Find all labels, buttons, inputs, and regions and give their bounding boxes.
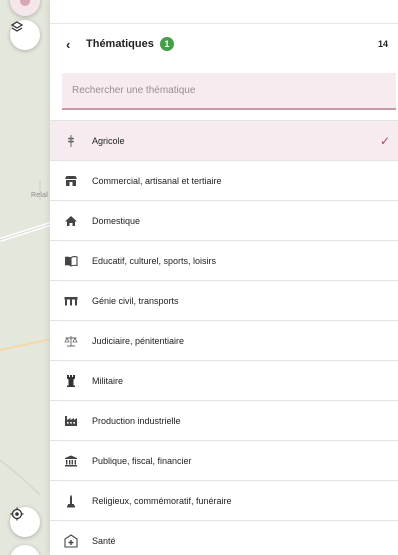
selected-count-badge: 1 <box>159 37 174 51</box>
bridge-icon <box>64 294 78 308</box>
layers-button[interactable] <box>10 20 40 50</box>
list-item-domestique[interactable]: Domestique <box>50 201 398 241</box>
list-item-militaire[interactable]: Militaire <box>50 361 398 401</box>
list-item-publique[interactable]: Publique, fiscal, financier <box>50 441 398 481</box>
list-item-label: Militaire <box>92 375 124 386</box>
shop-icon <box>64 174 78 188</box>
list-item-label: Educatif, culturel, sports, loisirs <box>92 255 217 266</box>
list-item-production[interactable]: Production industrielle <box>50 401 398 441</box>
book-icon <box>64 254 78 268</box>
thematics-list: Agricole ✓ Commercial, artisanal et tert… <box>50 120 398 555</box>
monument-icon <box>64 494 78 508</box>
search-wrapper <box>50 64 398 120</box>
thematics-panel: ‹ Thématiques 1 14 Agricole ✓ <box>50 0 398 555</box>
list-item-educatif[interactable]: Educatif, culturel, sports, loisirs <box>50 241 398 281</box>
scales-icon <box>64 334 78 348</box>
map-roads <box>0 180 56 496</box>
list-item-judiciaire[interactable]: Judiciaire, pénitentiaire <box>50 321 398 361</box>
total-count: 14 <box>377 39 388 49</box>
panel-header: ‹ Thématiques 1 14 <box>50 24 398 64</box>
target-icon <box>10 507 24 521</box>
hospital-icon <box>64 533 78 548</box>
list-item-label: Judiciaire, pénitentiaire <box>92 335 185 346</box>
bank-icon <box>64 454 78 468</box>
check-icon: ✓ <box>379 133 390 148</box>
list-item-label: Agricole <box>92 135 125 146</box>
panel-top-strip <box>50 0 398 24</box>
factory-icon <box>64 414 78 428</box>
locate-button[interactable] <box>10 507 40 537</box>
list-item-label: Religieux, commémoratif, funéraire <box>92 495 232 506</box>
list-item-label: Production industrielle <box>92 415 181 426</box>
list-item-label: Commercial, artisanal et tertiaire <box>92 175 222 186</box>
list-item-label: Santé <box>92 535 116 546</box>
list-item-agricole[interactable]: Agricole ✓ <box>50 121 398 161</box>
house-icon <box>64 214 78 228</box>
list-item-religieux[interactable]: Religieux, commémoratif, funéraire <box>50 481 398 521</box>
back-arrow-icon[interactable]: ‹ <box>66 37 82 52</box>
circle-icon <box>20 0 30 6</box>
list-item-label: Domestique <box>92 215 141 226</box>
list-item-sante[interactable]: Santé <box>50 521 398 555</box>
list-item-label: Génie civil, transports <box>92 295 179 306</box>
page-title: Thématiques <box>86 38 154 50</box>
layers-icon <box>10 21 24 32</box>
map-view[interactable]: Relal <box>0 0 56 555</box>
map-place-label: Relal <box>31 192 48 199</box>
list-item-genie-civil[interactable]: Génie civil, transports <box>50 281 398 321</box>
search-input[interactable] <box>62 73 396 110</box>
wheat-icon <box>64 134 78 148</box>
tower-icon <box>64 374 78 388</box>
list-item-label: Publique, fiscal, financier <box>92 455 192 466</box>
list-item-commercial[interactable]: Commercial, artisanal et tertiaire <box>50 161 398 201</box>
